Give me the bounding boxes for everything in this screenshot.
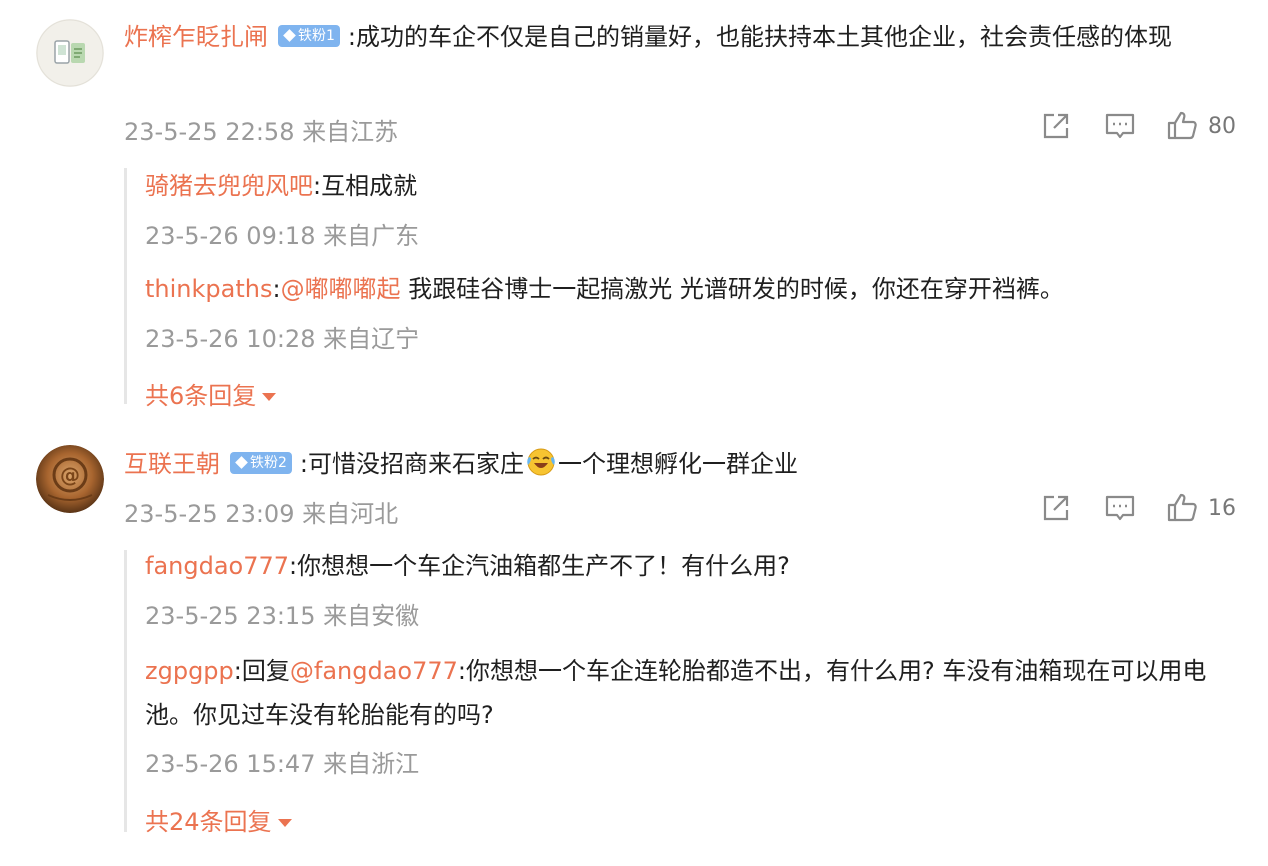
comment-actions: 80 xyxy=(1040,110,1236,142)
more-replies-label: 共24条回复 xyxy=(145,808,272,836)
reply-meta: 23-5-26 09:18 来自广东 xyxy=(145,222,420,250)
mention-link[interactable]: @嘟嘟嘟起 xyxy=(281,275,401,303)
like-icon[interactable] xyxy=(1166,492,1198,524)
reply-text: :你想想一个车企汽油箱都生产不了！有什么用? xyxy=(289,552,790,580)
laugh-cry-emoji-icon xyxy=(527,448,555,476)
reply-meta: 23-5-25 23:15 来自安徽 xyxy=(145,602,420,630)
svg-text:@: @ xyxy=(60,463,80,487)
reply-item: thinkpaths:@嘟嘟嘟起 我跟硅谷博士一起搞激光 光谱研发的时候，你还在… xyxy=(145,269,1237,309)
more-replies-link[interactable]: 共24条回复 xyxy=(145,802,292,837)
like-count: 16 xyxy=(1208,495,1236,521)
reply-username[interactable]: zgpgpp xyxy=(145,657,234,685)
share-icon[interactable] xyxy=(1040,492,1072,524)
avatar[interactable] xyxy=(36,19,104,87)
reply-meta: 23-5-26 15:47 来自浙江 xyxy=(145,750,420,778)
reply-list: fangdao777:你想想一个车企汽油箱都生产不了！有什么用? 23-5-25… xyxy=(124,550,1237,836)
reply-username[interactable]: fangdao777 xyxy=(145,552,289,580)
diamond-icon xyxy=(283,29,296,42)
fan-badge[interactable]: 铁粉2 xyxy=(230,452,292,474)
fan-badge-label: 铁粉2 xyxy=(250,455,287,471)
share-icon[interactable] xyxy=(1040,110,1072,142)
more-replies-label: 共6条回复 xyxy=(145,382,257,410)
reply-text: :互相成就 xyxy=(313,172,418,200)
reply-username[interactable]: 骑猪去兜兜风吧 xyxy=(145,172,313,200)
diamond-icon xyxy=(235,456,248,469)
fan-badge-label: 铁粉1 xyxy=(298,28,335,44)
comment-body-continued: 一个理想孵化一群企业 xyxy=(558,450,799,478)
comment-username[interactable]: 炸榨乍眨扎闸 xyxy=(124,23,268,51)
reply-prefix: :回复 xyxy=(233,657,290,685)
like-count: 80 xyxy=(1208,113,1236,139)
mention-link[interactable]: @fangdao777 xyxy=(290,657,458,685)
caret-down-icon xyxy=(262,393,277,401)
like-icon[interactable] xyxy=(1166,110,1198,142)
caret-down-icon xyxy=(277,819,292,827)
fan-badge[interactable]: 铁粉1 xyxy=(278,25,340,47)
reply-item: zgpgpp:回复@fangdao777:你想想一个车企连轮胎都造不出，有什么用… xyxy=(145,649,1237,737)
reply-item: fangdao777:你想想一个车企汽油箱都生产不了！有什么用? xyxy=(145,546,1237,586)
reply-list: 骑猪去兜兜风吧:互相成就 23-5-26 09:18 来自广东 thinkpat… xyxy=(124,166,1237,410)
comment-meta: 23-5-25 23:09 来自河北 xyxy=(124,500,399,528)
comment-text: 炸榨乍眨扎闸 铁粉1 :成功的车企不仅是自己的销量好，也能扶持本土其他企业，社会责任… xyxy=(124,16,1234,59)
reply-item: 骑猪去兜兜风吧:互相成就 xyxy=(145,166,1237,206)
comment-body: :可惜没招商来石家庄 xyxy=(299,450,525,478)
avatar[interactable]: @ xyxy=(36,445,104,513)
comment-text: 互联王朝 铁粉2 :可惜没招商来石家庄 一个理想孵化一群企业 xyxy=(124,443,1234,486)
comment-icon[interactable] xyxy=(1104,492,1136,524)
more-replies-link[interactable]: 共6条回复 xyxy=(145,376,277,411)
reply-colon: : xyxy=(272,275,281,303)
comment-icon[interactable] xyxy=(1104,110,1136,142)
comment-actions: 16 xyxy=(1040,492,1236,524)
reply-meta: 23-5-26 10:28 来自辽宁 xyxy=(145,325,420,353)
comment-body: :成功的车企不仅是自己的销量好，也能扶持本土其他企业，社会责任感的体现 xyxy=(347,23,1173,51)
comment-meta: 23-5-25 22:58 来自江苏 xyxy=(124,118,399,146)
reply-text: 我跟硅谷博士一起搞激光 光谱研发的时候，你还在穿开裆裤。 xyxy=(400,275,1064,303)
comment-username[interactable]: 互联王朝 xyxy=(124,450,220,478)
reply-username[interactable]: thinkpaths xyxy=(145,275,272,303)
